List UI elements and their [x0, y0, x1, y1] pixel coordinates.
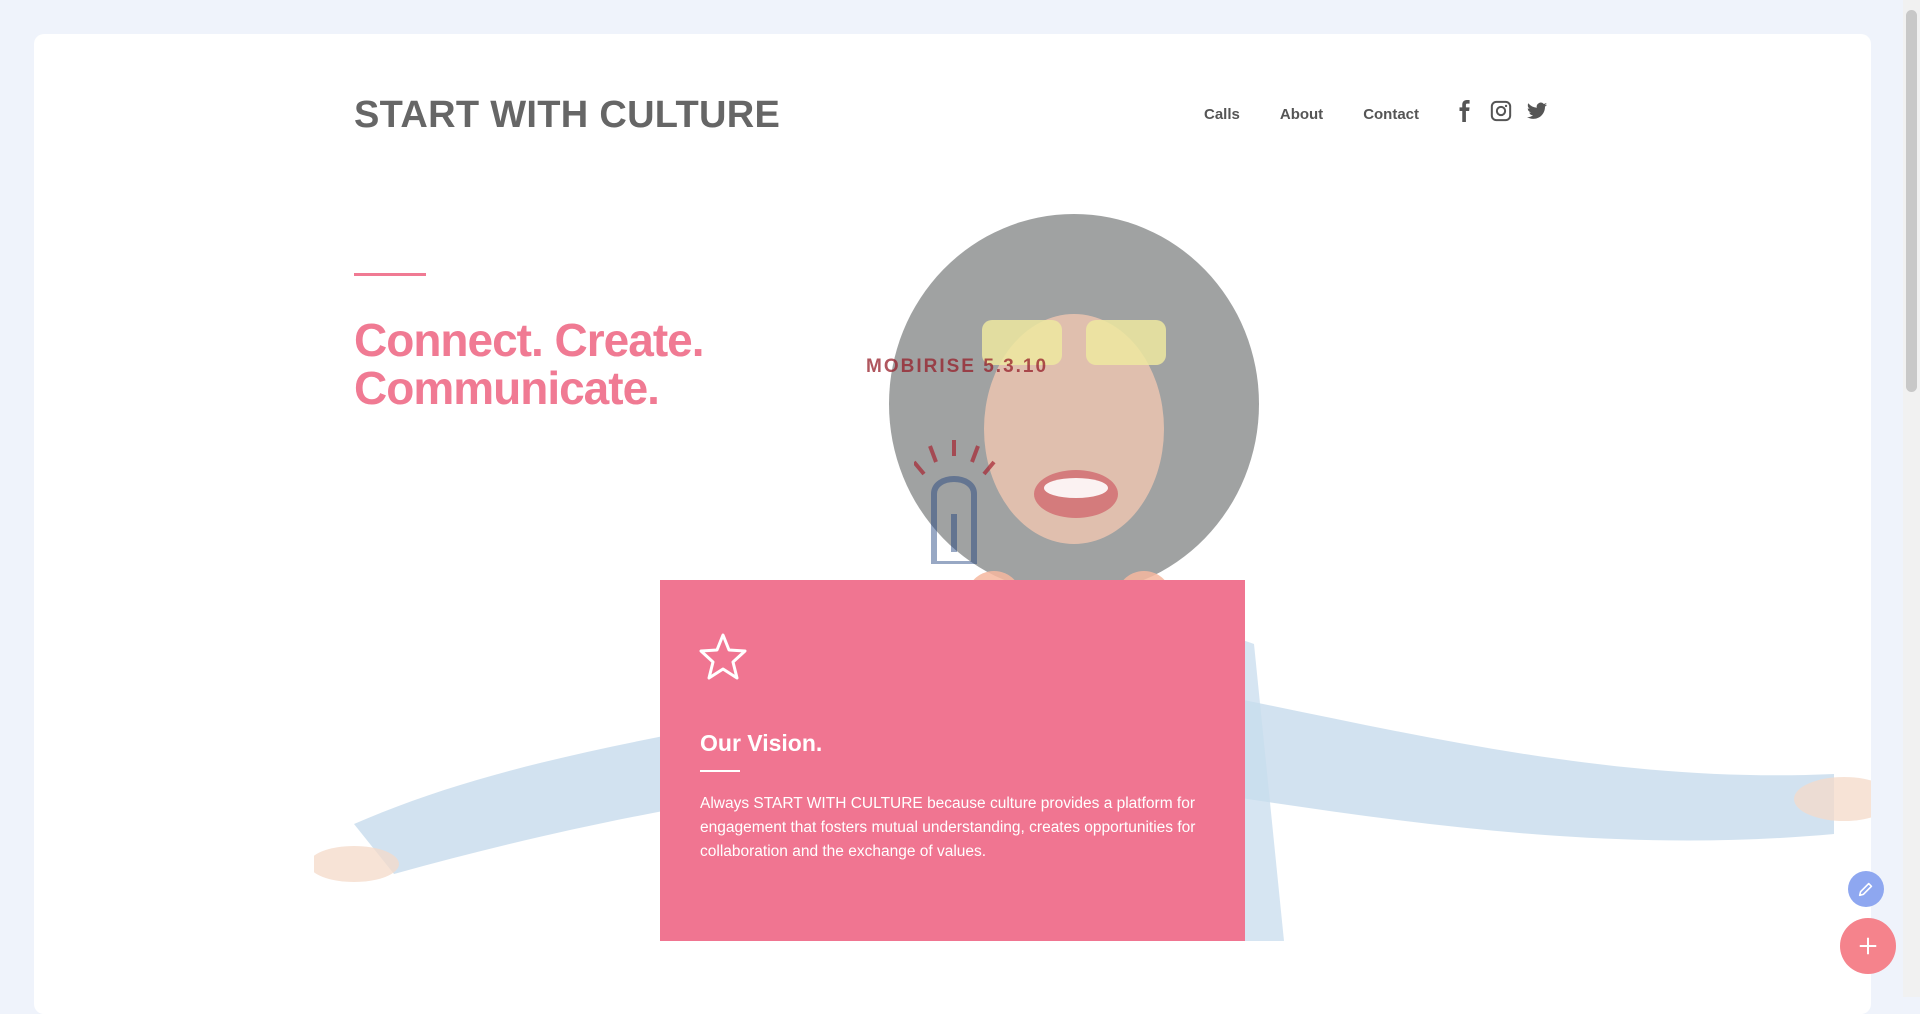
add-block-button[interactable] [1840, 918, 1896, 974]
vision-title-underline [700, 770, 740, 772]
nav-link-contact[interactable]: Contact [1363, 106, 1419, 123]
site-brand[interactable]: START WITH CULTURE [354, 94, 780, 137]
vision-card: Our Vision. Always START WITH CULTURE be… [660, 580, 1245, 941]
page-card: START WITH CULTURE Calls About Contact C… [34, 34, 1871, 1014]
mobirise-logo-icon [914, 440, 996, 564]
facebook-icon[interactable] [1454, 100, 1476, 122]
instagram-icon[interactable] [1490, 100, 1512, 122]
hero-headline: Connect. Create. Communicate. [354, 316, 834, 412]
star-icon [699, 633, 747, 680]
vision-title: Our Vision. [700, 730, 823, 756]
hero-headline-line1: Connect. Create. [354, 314, 705, 366]
builder-watermark: MOBIRISE 5.3.10 [866, 356, 1049, 377]
edit-button[interactable] [1848, 871, 1884, 907]
nav-link-calls[interactable]: Calls [1204, 106, 1240, 123]
vision-text: Always START WITH CULTURE because cultur… [700, 795, 1196, 860]
social-links [1454, 100, 1548, 122]
hero-headline-line2: Communicate. [354, 362, 660, 414]
pencil-icon [1858, 882, 1873, 897]
nav-link-about[interactable]: About [1280, 106, 1323, 123]
twitter-icon[interactable] [1526, 100, 1548, 122]
scrollbar-thumb[interactable] [1906, 10, 1917, 392]
section-divider-tick [918, 907, 920, 937]
headline-accent-line [354, 273, 426, 276]
main-nav: Calls About Contact [1204, 106, 1419, 123]
plus-icon [1859, 937, 1877, 955]
